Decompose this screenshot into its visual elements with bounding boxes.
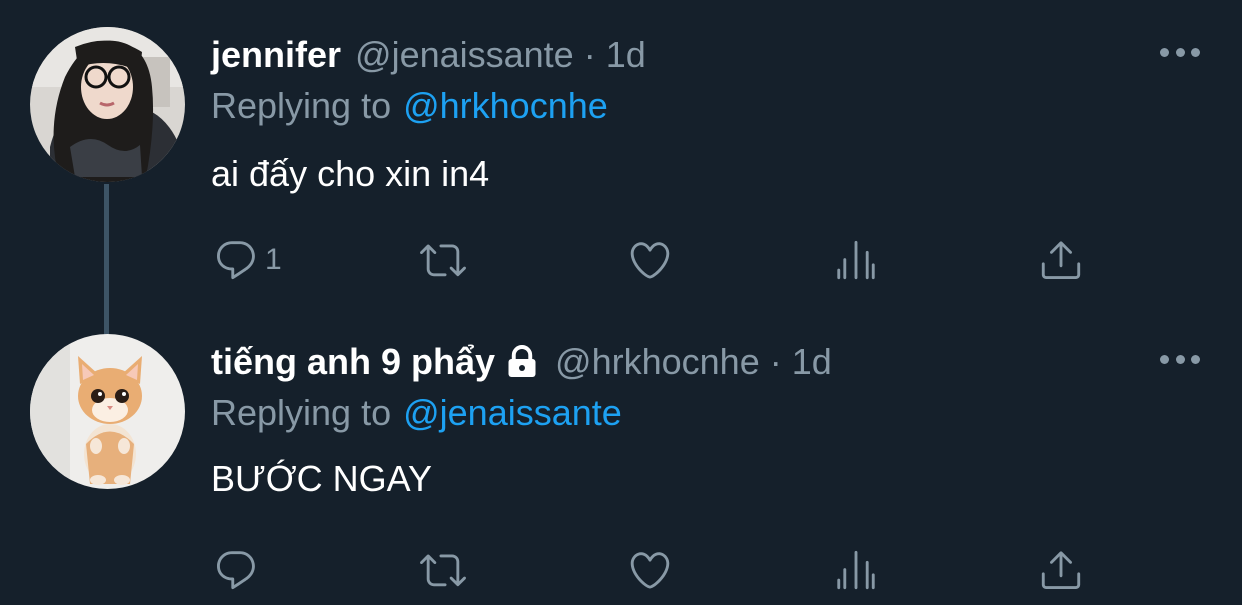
display-name[interactable]: jennifer	[211, 34, 341, 76]
reply-button[interactable]	[213, 545, 259, 595]
share-icon	[1041, 551, 1081, 590]
like-icon	[630, 552, 670, 589]
avatar[interactable]	[30, 334, 185, 489]
display-name[interactable]: tiếng anh 9 phẩy	[211, 341, 495, 383]
retweet-icon	[420, 244, 466, 277]
action-bar: 1	[0, 235, 1242, 285]
replying-to: Replying to @jenaissante	[211, 392, 622, 434]
tweet-text: ai đấy cho xin in4	[211, 153, 490, 194]
replying-to: Replying to @hrkhocnhe	[211, 85, 608, 127]
like-icon	[630, 242, 670, 279]
replying-label: Replying to	[211, 392, 392, 433]
tweet-header: jennifer @jenaissante · 1d	[211, 34, 646, 76]
action-bar	[0, 545, 1242, 595]
separator: ·	[583, 34, 596, 75]
girl-with-glasses-avatar	[30, 27, 185, 182]
more-icon[interactable]	[1160, 44, 1200, 60]
reply-icon	[217, 241, 255, 280]
analytics-button[interactable]	[833, 545, 879, 595]
timestamp[interactable]: 1d	[606, 34, 646, 76]
share-icon	[1041, 241, 1081, 280]
tweet[interactable]: jennifer @jenaissante · 1d Replying to @h…	[0, 0, 1242, 336]
mention-link[interactable]: @hrkhocnhe	[403, 85, 608, 126]
more-icon[interactable]	[1160, 351, 1200, 367]
share-button[interactable]	[1038, 235, 1084, 285]
like-button[interactable]	[627, 545, 673, 595]
like-button[interactable]	[627, 235, 673, 285]
share-button[interactable]	[1038, 545, 1084, 595]
kitten-avatar	[30, 334, 185, 489]
timestamp[interactable]: 1d	[792, 341, 832, 383]
lock-icon	[508, 345, 536, 377]
tweet-header: tiếng anh 9 phẩy @hrkhocnhe · 1d	[211, 341, 832, 383]
user-handle[interactable]: @hrkhocnhe	[555, 341, 760, 383]
analytics-icon	[837, 550, 875, 590]
retweet-icon	[420, 554, 466, 587]
tweet[interactable]: tiếng anh 9 phẩy @hrkhocnhe · 1d Replyin…	[0, 305, 1242, 605]
analytics-icon	[837, 240, 875, 280]
avatar[interactable]	[30, 27, 185, 182]
reply-icon	[217, 551, 255, 590]
retweet-button[interactable]	[420, 545, 466, 595]
analytics-button[interactable]	[833, 235, 879, 285]
tweet-text: BƯỚC NGAY	[211, 458, 432, 499]
retweet-button[interactable]	[420, 235, 466, 285]
reply-button[interactable]: 1	[213, 235, 282, 285]
separator: ·	[769, 341, 782, 382]
user-handle[interactable]: @jenaissante	[355, 34, 574, 76]
reply-count: 1	[265, 243, 282, 276]
mention-link[interactable]: @jenaissante	[403, 392, 622, 433]
replying-label: Replying to	[211, 85, 392, 126]
